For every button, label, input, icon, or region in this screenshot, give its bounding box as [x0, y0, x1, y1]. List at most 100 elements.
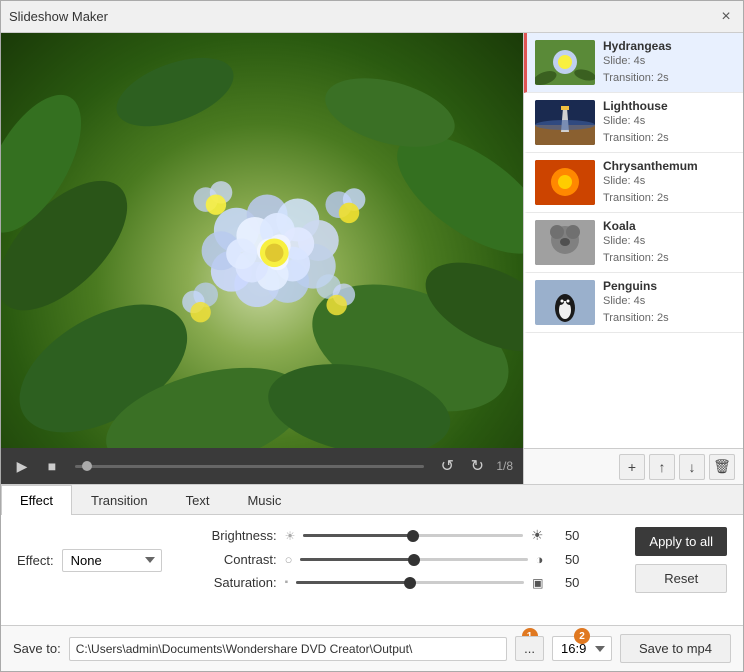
effect-selector: Effect: None Black & White Sepia Blur Sh…	[17, 527, 162, 593]
slide-detail-lighthouse: Slide: 4sTransition: 2s	[603, 113, 735, 146]
slide-detail-hydrangeas: Slide: 4sTransition: 2s	[603, 53, 735, 86]
slide-thumbnail-chrysanthemum	[535, 160, 595, 205]
effect-select[interactable]: None Black & White Sepia Blur Sharpen	[62, 549, 162, 572]
slide-thumbnail-koala	[535, 220, 595, 265]
saturation-fill	[296, 581, 410, 584]
slide-info-hydrangeas: Hydrangeas Slide: 4sTransition: 2s	[603, 39, 735, 86]
slide-item-lighthouse[interactable]: Lighthouse Slide: 4sTransition: 2s	[524, 93, 743, 153]
apply-all-button[interactable]: Apply to all	[635, 527, 727, 556]
slide-info-penguins: Penguins Slide: 4sTransition: 2s	[603, 279, 735, 326]
window-title: Slideshow Maker	[9, 9, 108, 24]
slide-detail-chrysanthemum: Slide: 4sTransition: 2s	[603, 173, 735, 206]
thumb-svg-penguins	[535, 280, 595, 325]
brightness-slider[interactable]	[303, 534, 522, 537]
slide-item-chrysanthemum[interactable]: Chrysanthemum Slide: 4sTransition: 2s	[524, 153, 743, 213]
tabs-row: Effect Transition Text Music	[1, 485, 743, 515]
brightness-value: 50	[551, 528, 579, 543]
slide-item-koala[interactable]: Koala Slide: 4sTransition: 2s	[524, 213, 743, 273]
forward-button[interactable]: ↻	[466, 455, 488, 477]
preview-panel: ▶ ■ ↺ ↻ 1/8	[1, 33, 523, 484]
add-slide-button[interactable]: +	[619, 454, 645, 480]
contrast-icon-right: ◑	[536, 552, 544, 567]
slide-info-koala: Koala Slide: 4sTransition: 2s	[603, 219, 735, 266]
contrast-row: Contrast: ○ ◑ 50	[202, 552, 580, 567]
move-down-button[interactable]: ↓	[679, 454, 705, 480]
progress-bar[interactable]	[75, 465, 424, 468]
contrast-fill	[300, 558, 414, 561]
saturation-value: 50	[551, 575, 579, 590]
saturation-label: Saturation:	[202, 575, 277, 590]
stop-button[interactable]: ■	[41, 455, 63, 477]
thumb-svg-lighthouse	[535, 100, 595, 145]
save-label: Save to:	[13, 641, 61, 656]
flower-background	[1, 33, 523, 448]
browse-button[interactable]: ...	[515, 636, 544, 661]
slideshow-maker-window: Slideshow Maker ×	[0, 0, 744, 672]
slide-name-lighthouse: Lighthouse	[603, 99, 735, 113]
save-path-input[interactable]	[69, 637, 507, 661]
close-button[interactable]: ×	[717, 8, 735, 26]
delete-slide-button[interactable]: 🗑	[709, 454, 735, 480]
slide-name-chrysanthemum: Chrysanthemum	[603, 159, 735, 173]
bottom-panel: Effect Transition Text Music Effect: Non…	[1, 484, 743, 671]
slide-name-koala: Koala	[603, 219, 735, 233]
slide-thumbnail-penguins	[535, 280, 595, 325]
thumb-svg	[535, 40, 595, 85]
slide-detail-penguins: Slide: 4sTransition: 2s	[603, 293, 735, 326]
tab-effect[interactable]: Effect	[1, 485, 72, 515]
play-button[interactable]: ▶	[11, 455, 33, 477]
saturation-slider[interactable]	[296, 581, 524, 584]
frame-counter: 1/8	[496, 459, 513, 473]
brightness-icon-right: ☀	[531, 527, 544, 544]
thumb-svg-chrysanthemum	[535, 160, 595, 205]
slide-info-lighthouse: Lighthouse Slide: 4sTransition: 2s	[603, 99, 735, 146]
tab-text[interactable]: Text	[167, 485, 229, 515]
slide-list-scroll[interactable]: Hydrangeas Slide: 4sTransition: 2s	[524, 33, 743, 448]
contrast-icon-left: ○	[285, 552, 293, 567]
slide-list: Hydrangeas Slide: 4sTransition: 2s	[523, 33, 743, 484]
brightness-thumb	[407, 530, 419, 542]
saturation-icon-left: ▪	[285, 577, 289, 588]
rewind-button[interactable]: ↺	[436, 455, 458, 477]
save-to-mp4-button[interactable]: Save to mp4	[620, 634, 731, 663]
slide-thumbnail-hydrangeas	[535, 40, 595, 85]
slide-item-hydrangeas[interactable]: Hydrangeas Slide: 4sTransition: 2s	[524, 33, 743, 93]
effects-row: Effect: None Black & White Sepia Blur Sh…	[17, 527, 727, 593]
brightness-fill	[303, 534, 413, 537]
flower-svg	[1, 33, 523, 448]
preview-controls: ▶ ■ ↺ ↻ 1/8	[1, 448, 523, 484]
saturation-icon-right: ▣	[532, 576, 543, 590]
move-up-button[interactable]: ↑	[649, 454, 675, 480]
brightness-icon-left: ☀	[285, 529, 296, 543]
slide-thumbnail-lighthouse	[535, 100, 595, 145]
slide-item-penguins[interactable]: Penguins Slide: 4sTransition: 2s	[524, 273, 743, 333]
tab-transition[interactable]: Transition	[72, 485, 167, 515]
effect-buttons: Apply to all Reset	[635, 527, 727, 593]
sliders-area: Brightness: ☀ ☀ 50 Contrast: ○	[202, 527, 580, 593]
title-bar: Slideshow Maker ×	[1, 1, 743, 33]
thumb-svg-koala	[535, 220, 595, 265]
saturation-thumb	[404, 577, 416, 589]
effect-tab-content: Effect: None Black & White Sepia Blur Sh…	[1, 515, 743, 625]
browse-wrapper: 1 ...	[515, 636, 544, 661]
slide-name-penguins: Penguins	[603, 279, 735, 293]
slide-info-chrysanthemum: Chrysanthemum Slide: 4sTransition: 2s	[603, 159, 735, 206]
slide-list-toolbar: + ↑ ↓ 🗑	[524, 448, 743, 484]
slide-detail-koala: Slide: 4sTransition: 2s	[603, 233, 735, 266]
brightness-label: Brightness:	[202, 528, 277, 543]
contrast-label: Contrast:	[202, 552, 277, 567]
contrast-value: 50	[551, 552, 579, 567]
contrast-thumb	[408, 554, 420, 566]
contrast-slider[interactable]	[300, 558, 527, 561]
progress-indicator	[82, 461, 92, 471]
ratio-badge: 2	[574, 628, 590, 644]
reset-button[interactable]: Reset	[635, 564, 727, 593]
preview-video	[1, 33, 523, 448]
saturation-row: Saturation: ▪ ▣ 50	[202, 575, 580, 590]
tab-music[interactable]: Music	[228, 485, 300, 515]
save-bar: Save to: 1 ... 2 16:9 4:3 1:1 9:16 Save …	[1, 625, 743, 671]
main-area: ▶ ■ ↺ ↻ 1/8	[1, 33, 743, 484]
slide-name-hydrangeas: Hydrangeas	[603, 39, 735, 53]
ratio-wrapper: 2 16:9 4:3 1:1 9:16	[552, 636, 612, 661]
brightness-row: Brightness: ☀ ☀ 50	[202, 527, 580, 544]
